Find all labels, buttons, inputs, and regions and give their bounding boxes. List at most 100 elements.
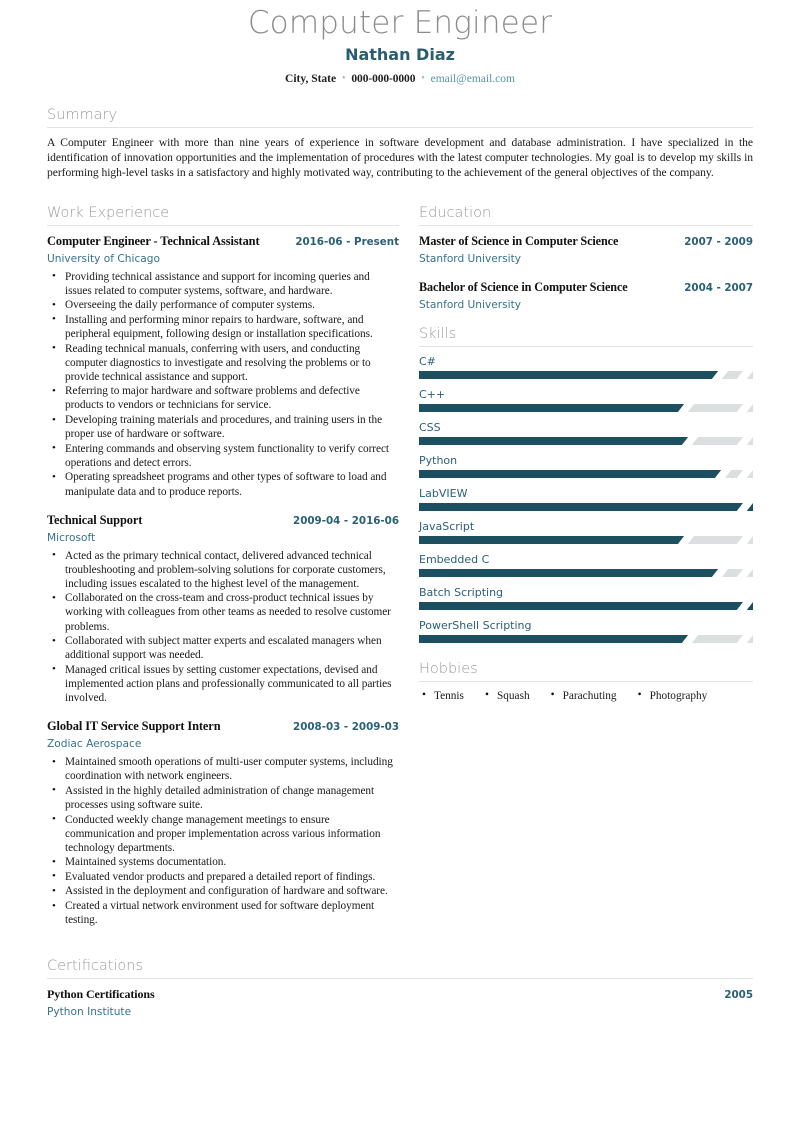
- work-experience-list: Computer Engineer - Technical Assistant 2…: [47, 233, 399, 928]
- skills-section: Skills C# C++ CSS Python LabVIEW JavaScript Em…: [419, 325, 753, 643]
- entry-organization: Microsoft: [47, 531, 96, 544]
- section-divider: [47, 978, 753, 980]
- skill-progress-fill: [419, 634, 690, 643]
- skill-row: PowerShell Scripting: [419, 618, 753, 643]
- list-item: Collaborated with subject matter experts…: [47, 634, 399, 662]
- skill-progress-track: [419, 370, 753, 379]
- list-item: Collaborated on the cross-team and cross…: [47, 591, 399, 633]
- education-heading: Education: [419, 204, 492, 221]
- skill-progress-fill: [419, 502, 753, 511]
- skill-row: Embedded C: [419, 552, 753, 577]
- entry-organization: Python Institute: [47, 1006, 132, 1019]
- entry-title: Technical Support: [47, 512, 143, 527]
- entry-header: Global IT Service Support Intern 2008-03 …: [47, 718, 399, 735]
- hobby-item: Squash: [482, 688, 548, 704]
- list-item: Created a virtual network environment us…: [47, 899, 399, 927]
- resume-page: Computer Engineer Nathan Diaz City, Stat…: [0, 0, 800, 1128]
- skill-progress-fill: [419, 403, 687, 412]
- hobbies-list: TennisSquashParachutingPhotography: [419, 688, 753, 704]
- list-item: Reading technical manuals, conferring wi…: [47, 341, 399, 384]
- work-experience-section: Work Experience Computer Engineer - Tech…: [47, 204, 399, 928]
- hobbies-section: Hobbies TennisSquashParachutingPhotograp…: [419, 660, 753, 704]
- entry-title: Computer Engineer - Technical Assistant: [47, 233, 260, 248]
- entry-date: 2004 - 2007: [684, 281, 753, 294]
- skill-label: Embedded C: [419, 552, 490, 566]
- education-section: Education Master of Science in Computer …: [419, 204, 753, 313]
- skill-row: LabVIEW: [419, 486, 753, 511]
- list-item: Acted as the primary technical contact, …: [47, 548, 399, 591]
- skill-row: C++: [419, 387, 753, 412]
- entry-bullet-list: Providing technical assistance and suppo…: [47, 269, 399, 499]
- list-item: Conducted weekly change management meeti…: [47, 812, 399, 855]
- education-list: Master of Science in Computer Science 200…: [419, 233, 753, 313]
- skill-row: CSS: [419, 420, 753, 445]
- skill-progress-track: [419, 469, 753, 478]
- contact-phone: 000-000-0000: [351, 73, 416, 85]
- section-divider: [419, 680, 753, 682]
- list-item: Developing training materials and proced…: [47, 413, 399, 441]
- list-item: Assisted in the highly detailed administ…: [47, 783, 399, 812]
- list-item: Assisted in the deployment and configura…: [47, 884, 399, 898]
- resume-entry: Computer Engineer - Technical Assistant 2…: [47, 233, 399, 499]
- skill-label: PowerShell Scripting: [419, 618, 532, 632]
- entry-title: Bachelor of Science in Computer Science: [419, 279, 628, 294]
- skill-label: JavaScript: [419, 519, 475, 533]
- hobby-item: Photography: [635, 688, 726, 704]
- entry-organization: University of Chicago: [47, 252, 160, 265]
- hobbies-heading: Hobbies: [419, 660, 478, 677]
- list-item: Referring to major hardware and software…: [47, 384, 399, 412]
- certifications-section: Certifications Python Certifications 2005…: [47, 957, 753, 1020]
- entry-title: Python Certifications: [47, 987, 155, 1002]
- skill-label: Batch Scripting: [419, 585, 504, 599]
- entry-date: 2016-06 - Present: [295, 235, 399, 248]
- entry-title: Master of Science in Computer Science: [419, 233, 619, 248]
- entry-header: Bachelor of Science in Computer Science 2…: [419, 279, 753, 296]
- list-item: Installing and performing minor repairs …: [47, 312, 399, 341]
- candidate-name: Nathan Diaz: [345, 45, 455, 64]
- skill-progress-fill: [419, 535, 687, 544]
- contact-line: City, State • 000-000-0000 • email@email…: [47, 72, 753, 87]
- contact-location: City, State: [285, 73, 337, 85]
- certifications-heading: Certifications: [47, 958, 144, 975]
- body-columns: Work Experience Computer Engineer - Tech…: [47, 204, 753, 941]
- entry-header: Python Certifications 2005: [47, 986, 753, 1003]
- contact-separator-icon: •: [421, 73, 425, 84]
- summary-section: Summary A Computer Engineer with more th…: [47, 106, 753, 181]
- skills-list: C# C++ CSS Python LabVIEW JavaScript Embedded …: [419, 354, 753, 643]
- skill-label: C#: [419, 354, 436, 368]
- section-divider: [419, 224, 753, 226]
- skill-progress-track: [419, 634, 753, 643]
- skill-row: Batch Scripting: [419, 585, 753, 610]
- skill-progress-track: [419, 568, 753, 577]
- resume-entry: Global IT Service Support Intern 2008-03 …: [47, 718, 399, 927]
- entry-bullet-list: Acted as the primary technical contact, …: [47, 548, 399, 706]
- entry-header: Computer Engineer - Technical Assistant 2…: [47, 233, 399, 250]
- hobby-item: Parachuting: [548, 688, 635, 704]
- list-item: Maintained systems documentation.: [47, 855, 399, 869]
- list-item: Entering commands and observing system f…: [47, 441, 399, 470]
- skill-progress-track: [419, 535, 753, 544]
- right-column: Education Master of Science in Computer …: [419, 204, 753, 704]
- entry-header: Master of Science in Computer Science 200…: [419, 233, 753, 250]
- entry-organization: Stanford University: [419, 252, 521, 265]
- resume-entry: Bachelor of Science in Computer Science 2…: [419, 279, 753, 313]
- skill-progress-track: [419, 436, 753, 445]
- entry-bullet-list: Maintained smooth operations of multi-us…: [47, 755, 399, 927]
- resume-entry: Technical Support 2009-04 - 2016-06 Micros…: [47, 512, 399, 706]
- entry-organization: Stanford University: [419, 298, 521, 311]
- skill-row: Python: [419, 453, 753, 478]
- list-item: Managed critical issues by setting custo…: [47, 662, 399, 705]
- section-divider: [47, 224, 399, 226]
- resume-header: Computer Engineer Nathan Diaz City, Stat…: [47, 0, 753, 87]
- skill-progress-fill: [419, 370, 720, 379]
- skill-label: CSS: [419, 420, 441, 434]
- list-item: Maintained smooth operations of multi-us…: [47, 755, 399, 783]
- section-divider: [419, 345, 753, 347]
- skill-progress-fill: [419, 568, 720, 577]
- contact-email[interactable]: email@email.com: [431, 73, 515, 85]
- entry-organization: Zodiac Aerospace: [47, 738, 142, 751]
- skill-row: C#: [419, 354, 753, 379]
- skill-progress-fill: [419, 601, 753, 610]
- entry-date: 2007 - 2009: [684, 235, 753, 248]
- list-item: Evaluated vendor products and prepared a…: [47, 869, 399, 884]
